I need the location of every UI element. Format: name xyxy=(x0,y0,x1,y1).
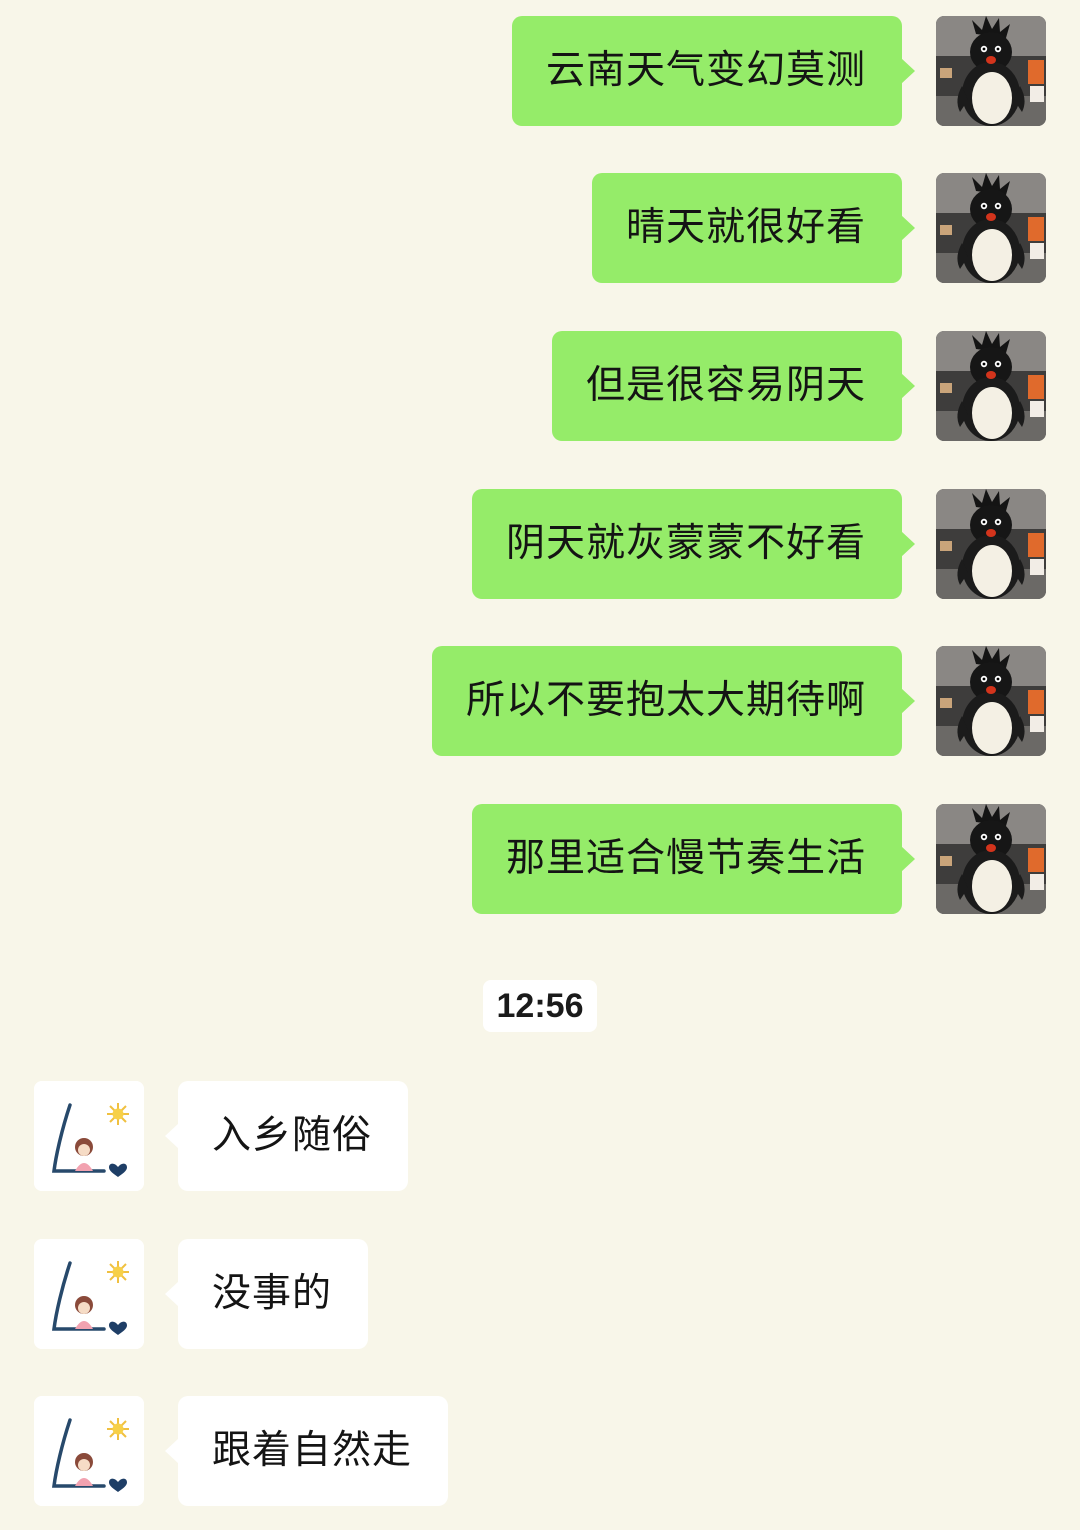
incoming-message-bubble[interactable]: 入乡随俗 xyxy=(164,1081,409,1191)
outgoing-message-bubble[interactable]: 但是很容易阴天 xyxy=(551,331,916,441)
outgoing-message-row: 所以不要抱太大期待啊 xyxy=(0,646,1080,756)
penguin-plush-avatar-icon[interactable] xyxy=(936,646,1046,756)
penguin-plush-avatar-icon[interactable] xyxy=(936,16,1046,126)
outgoing-message-bubble[interactable]: 那里适合慢节奏生活 xyxy=(471,804,916,914)
cartoon-girl-sun-heart-avatar-icon[interactable] xyxy=(34,1081,144,1191)
outgoing-message-row: 晴天就很好看 xyxy=(0,173,1080,283)
incoming-message-row: 入乡随俗 xyxy=(0,1081,1080,1191)
incoming-message-bubble[interactable]: 跟着自然走 xyxy=(164,1396,449,1506)
cartoon-girl-sun-heart-avatar-icon[interactable] xyxy=(34,1239,144,1349)
outgoing-message-bubble[interactable]: 阴天就灰蒙蒙不好看 xyxy=(471,489,916,599)
cartoon-girl-sun-heart-avatar-icon[interactable] xyxy=(34,1396,144,1506)
outgoing-message-bubble[interactable]: 晴天就很好看 xyxy=(591,173,916,283)
chat-area[interactable]: 云南天气变幻莫测 晴天就很好看 但是很容易阴天 阴天就灰蒙蒙不好看 所以不要抱太… xyxy=(0,0,1080,1530)
outgoing-message-row: 那里适合慢节奏生活 xyxy=(0,804,1080,914)
outgoing-message-bubble[interactable]: 云南天气变幻莫测 xyxy=(511,16,916,126)
penguin-plush-avatar-icon[interactable] xyxy=(936,173,1046,283)
outgoing-message-row: 但是很容易阴天 xyxy=(0,331,1080,441)
outgoing-message-row: 阴天就灰蒙蒙不好看 xyxy=(0,489,1080,599)
outgoing-message-row: 云南天气变幻莫测 xyxy=(0,16,1080,126)
penguin-plush-avatar-icon[interactable] xyxy=(936,331,1046,441)
penguin-plush-avatar-icon[interactable] xyxy=(936,489,1046,599)
penguin-plush-avatar-icon[interactable] xyxy=(936,804,1046,914)
incoming-message-row: 没事的 xyxy=(0,1239,1080,1349)
message-timestamp: 12:56 xyxy=(482,980,598,1032)
incoming-message-row: 跟着自然走 xyxy=(0,1396,1080,1506)
timestamp-divider: 12:56 xyxy=(0,980,1080,1032)
incoming-message-bubble[interactable]: 没事的 xyxy=(164,1239,369,1349)
outgoing-message-bubble[interactable]: 所以不要抱太大期待啊 xyxy=(431,646,916,756)
